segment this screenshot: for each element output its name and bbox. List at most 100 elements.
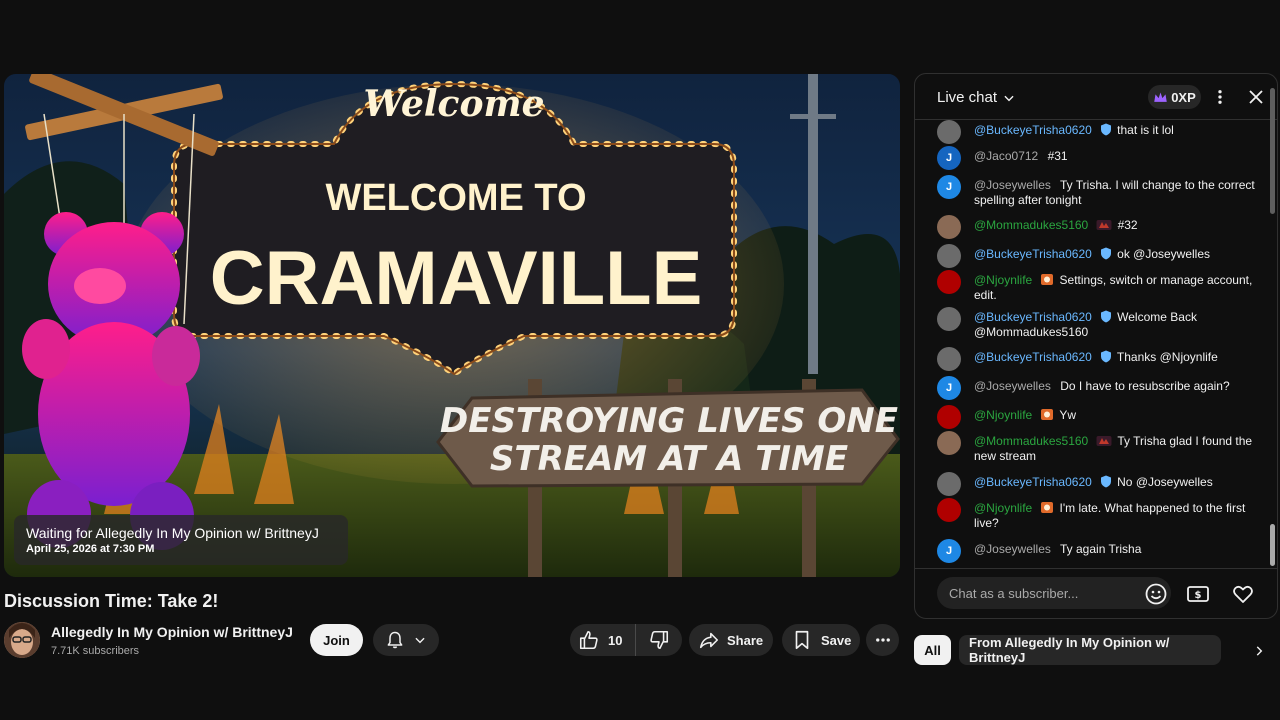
chat-author[interactable]: @BuckeyeTrisha0620 <box>974 123 1092 137</box>
channel-avatar[interactable] <box>4 622 40 658</box>
chat-message: @Njoynlife I'm late. What happened to th… <box>937 498 1257 531</box>
avatar-image <box>4 622 40 658</box>
crown-icon <box>1154 92 1167 102</box>
chat-message: @BuckeyeTrisha0620 that is it lol <box>937 120 1257 144</box>
close-icon[interactable] <box>1247 88 1265 106</box>
chat-avatar: J <box>937 539 961 563</box>
chat-messages: @BuckeyeTrisha0620 that is it lol J @Jac… <box>915 120 1277 568</box>
heart-icon[interactable] <box>1231 582 1255 606</box>
moderator-shield-icon <box>1100 123 1111 136</box>
share-label: Share <box>727 632 764 648</box>
notification-button[interactable] <box>373 624 439 656</box>
chat-text: ok @Joseywelles <box>1117 247 1211 261</box>
chat-message: J @Joseywelles Do I have to resubscribe … <box>937 376 1257 400</box>
chat-author[interactable]: @BuckeyeTrisha0620 <box>974 310 1092 324</box>
scrollbar-thumb[interactable] <box>1270 524 1275 566</box>
chat-avatar: J <box>937 175 961 199</box>
chat-avatar <box>937 431 961 455</box>
moderator-shield-icon <box>1100 350 1111 363</box>
super-chat-icon[interactable]: $ <box>1185 581 1211 607</box>
arrow-line2-text: STREAM AT A TIME <box>490 439 848 479</box>
chip-all[interactable]: All <box>914 635 951 665</box>
more-actions-button[interactable] <box>866 624 899 656</box>
chat-message: J @Jaco0712 #31 <box>937 146 1257 170</box>
chat-message: @Njoynlife Yw <box>937 405 1257 429</box>
chat-message: @Mommadukes5160 #32 <box>937 215 1257 239</box>
chat-input[interactable]: Chat as a subscriber... <box>937 577 1171 609</box>
dislike-button[interactable] <box>636 624 682 656</box>
chip-from-channel[interactable]: From Allegedly In My Opinion w/ Brittney… <box>959 635 1221 665</box>
subscriber-count: 7.71K subscribers <box>51 645 140 657</box>
chat-avatar <box>937 215 961 239</box>
chat-author[interactable]: @Njoynlife <box>974 501 1032 515</box>
like-dislike-group: 10 <box>570 624 682 656</box>
chat-author[interactable]: @Joseywelles <box>974 178 1051 192</box>
chat-input-row: Chat as a subscriber... $ <box>915 568 1277 618</box>
chat-avatar <box>937 405 961 429</box>
chat-avatar <box>937 244 961 268</box>
chat-avatar <box>937 472 961 496</box>
bookmark-icon <box>795 630 809 650</box>
chat-author[interactable]: @Mommadukes5160 <box>974 434 1088 448</box>
waiting-overlay: Waiting for Allegedly In My Opinion w/ B… <box>14 515 348 565</box>
chat-author[interactable]: @Njoynlife <box>974 273 1032 287</box>
chat-text: Do I have to resubscribe again? <box>1060 379 1230 393</box>
chat-avatar: J <box>937 376 961 400</box>
sign-line1-text: WELCOME TO <box>325 177 586 219</box>
emoji-icon[interactable] <box>1144 582 1168 606</box>
moderator-shield-icon <box>1100 247 1111 260</box>
chat-author[interactable]: @Njoynlife <box>974 408 1032 422</box>
chat-text: #32 <box>1117 218 1138 232</box>
like-count: 10 <box>608 632 623 648</box>
chat-header: Live chat 0XP <box>915 74 1277 120</box>
like-button[interactable]: 10 <box>570 624 636 656</box>
bell-icon <box>387 631 403 649</box>
chat-avatar <box>937 307 961 331</box>
chat-author[interactable]: @Joseywelles <box>974 542 1051 556</box>
xp-badge[interactable]: 0XP <box>1148 85 1201 109</box>
chevron-down-icon <box>415 637 425 644</box>
save-label: Save <box>821 632 852 648</box>
chat-author[interactable]: @BuckeyeTrisha0620 <box>974 350 1092 364</box>
more-horizontal-icon <box>875 638 890 642</box>
chat-author[interactable]: @BuckeyeTrisha0620 <box>974 475 1092 489</box>
share-button[interactable]: Share <box>689 624 773 656</box>
video-title: Discussion Time: Take 2! <box>4 591 219 611</box>
live-chat-panel: Live chat 0XP @BuckeyeTrisha0620 that is… <box>914 73 1278 619</box>
join-button[interactable]: Join <box>310 624 363 656</box>
video-thumbnail: Welcome WELCOME TO CRAMAVILLE DESTROYING… <box>4 74 900 577</box>
chat-message: @Mommadukes5160 Ty Trisha glad I found t… <box>937 431 1257 464</box>
chat-message: @BuckeyeTrisha0620 No @Joseywelles <box>937 472 1257 496</box>
chat-author[interactable]: @BuckeyeTrisha0620 <box>974 247 1092 261</box>
chat-message: @BuckeyeTrisha0620 Welcome Back @Mommadu… <box>937 307 1257 340</box>
chat-text: Thanks @Njoynlife <box>1116 350 1218 364</box>
chat-avatar <box>937 347 961 371</box>
chevron-right-icon[interactable] <box>1252 643 1266 659</box>
member-badge-icon <box>1096 220 1112 230</box>
chat-message: @BuckeyeTrisha0620 Thanks @Njoynlife <box>937 347 1257 371</box>
chat-avatar <box>937 120 961 144</box>
chat-author[interactable]: @Mommadukes5160 <box>974 218 1088 232</box>
chat-author[interactable]: @Joseywelles <box>974 379 1051 393</box>
video-player[interactable]: Welcome WELCOME TO CRAMAVILLE DESTROYING… <box>4 74 900 577</box>
chat-avatar <box>937 498 961 522</box>
waiting-title: Waiting for Allegedly In My Opinion w/ B… <box>26 525 319 541</box>
chat-author[interactable]: @Jaco0712 <box>974 149 1038 163</box>
more-vertical-icon[interactable] <box>1211 87 1229 107</box>
scrollbar-track <box>1270 88 1275 214</box>
chat-scrollbar[interactable] <box>1270 88 1275 608</box>
member-badge-icon <box>1041 502 1054 513</box>
chat-avatar <box>937 270 961 294</box>
xp-value: 0XP <box>1171 89 1196 105</box>
save-button[interactable]: Save <box>782 624 860 656</box>
chat-text: Yw <box>1059 408 1076 422</box>
channel-name[interactable]: Allegedly In My Opinion w/ BrittneyJ <box>51 624 293 640</box>
chevron-down-icon <box>1004 95 1014 101</box>
member-badge-icon <box>1096 436 1112 446</box>
chat-mode-dropdown[interactable]: Live chat <box>937 89 1016 106</box>
sign-line2-text: CRAMAVILLE <box>210 236 703 321</box>
moderator-shield-icon <box>1100 475 1111 488</box>
member-badge-icon <box>1041 409 1054 420</box>
chat-text: #31 <box>1047 149 1068 163</box>
waiting-date: April 25, 2026 at 7:30 PM <box>26 543 155 555</box>
